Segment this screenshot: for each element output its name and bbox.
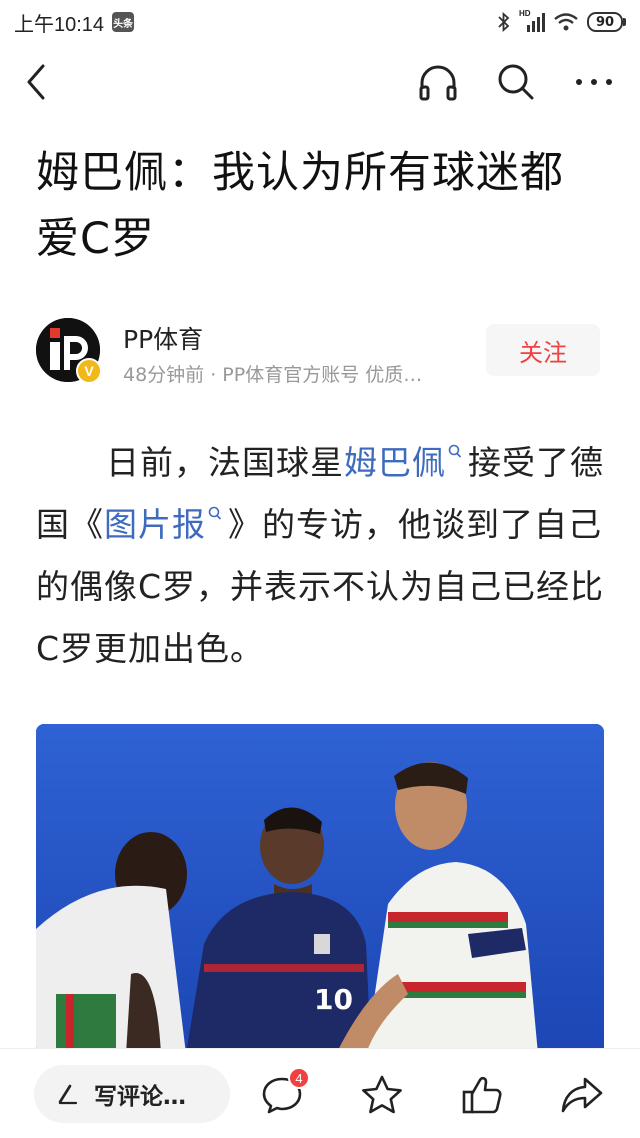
signal-icon: HD — [519, 9, 545, 33]
write-comment-label: 写评论… — [94, 1084, 186, 1110]
listen-button[interactable] — [416, 60, 460, 104]
status-bar: 上午10:14 头条 HD 90 — [0, 0, 640, 44]
follow-button[interactable]: 关注 — [486, 324, 600, 376]
bottom-action-bar: 写评论… 4 — [0, 1048, 640, 1138]
comment-count-badge: 4 — [288, 1067, 310, 1089]
search-button[interactable] — [494, 60, 538, 104]
search-hint-icon — [448, 444, 462, 458]
share-button[interactable] — [558, 1071, 606, 1119]
article-title: 姆巴佩：我认为所有球迷都爱C罗 — [36, 148, 564, 264]
battery-level: 90 — [587, 12, 623, 32]
share-icon — [561, 1077, 603, 1113]
pen-icon — [58, 1084, 78, 1105]
bluetooth-icon — [498, 12, 510, 32]
back-button[interactable] — [16, 58, 56, 106]
author-meta: 48分钟前 · PP体育官方账号 优质… — [123, 364, 423, 386]
status-icons: HD 90 — [497, 9, 626, 33]
like-icon — [462, 1076, 502, 1114]
write-comment-input[interactable]: 写评论… — [34, 1065, 230, 1123]
battery-tip — [623, 18, 626, 26]
headphones-icon — [419, 65, 457, 101]
favorite-button[interactable] — [358, 1071, 406, 1119]
nav-bar — [0, 44, 640, 120]
back-icon — [27, 64, 45, 100]
search-icon — [498, 64, 534, 100]
search-hint-icon — [208, 506, 222, 520]
entity-link-bild[interactable]: 图片报 — [104, 505, 206, 544]
like-button[interactable] — [458, 1071, 506, 1119]
battery-indicator: 90 — [587, 12, 626, 32]
jersey-number: 10 — [314, 983, 353, 1016]
more-icon — [576, 79, 612, 85]
verified-badge: V — [76, 358, 102, 384]
entity-link-mbappe[interactable]: 姆巴佩 — [344, 443, 446, 482]
author-row: V PP体育 48分钟前 · PP体育官方账号 优质… 关注 — [36, 316, 604, 386]
body-text: 日前，法国球星 — [106, 443, 344, 482]
article-body: 日前，法国球星姆巴佩 接受了德国《图片报 》的专访，他谈到了自己的偶像C罗，并表示不… — [36, 432, 608, 680]
author-name[interactable]: PP体育 — [123, 320, 203, 356]
star-icon — [362, 1075, 402, 1114]
wifi-icon — [554, 13, 578, 31]
article-photo[interactable]: 10 — [36, 724, 604, 1054]
status-time: 上午10:14 — [14, 13, 105, 36]
football-players-photo: 10 — [36, 724, 604, 1054]
more-button[interactable] — [572, 60, 616, 104]
toutiao-app-icon: 头条 — [112, 12, 135, 32]
